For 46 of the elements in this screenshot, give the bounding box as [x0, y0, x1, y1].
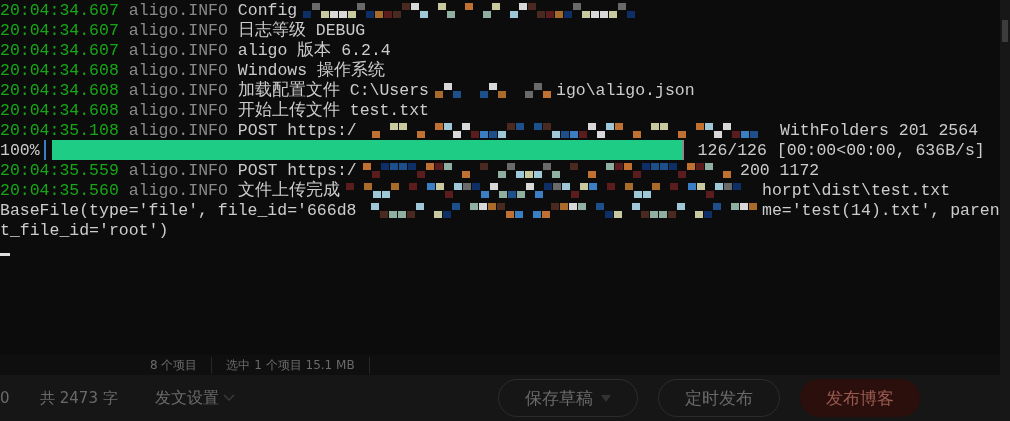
word-count: 共 2473 字	[40, 388, 119, 408]
log-level: aligo.INFO	[128, 160, 228, 180]
log-timestamp: 20:04:34.608	[0, 60, 119, 80]
log-timestamp: 20:04:34.607	[0, 20, 119, 40]
log-message: t_file_id='root')	[0, 220, 169, 240]
log-message: me='test(14).txt', paren	[762, 200, 1000, 220]
log-message: aligo 版本 6.2.4	[237, 40, 391, 60]
publish-button[interactable]: 发布博客	[800, 379, 920, 417]
log-message: Config	[237, 0, 298, 20]
log-timestamp: 20:04:35.559	[0, 160, 119, 180]
log-message: 开始上传文件 test.txt	[237, 100, 429, 121]
log-level: aligo.INFO	[128, 60, 228, 80]
log-message: horpt\dist\test.txt	[762, 180, 951, 200]
log-message: 200 1172	[740, 160, 820, 180]
scrollbar-thumb[interactable]	[1002, 20, 1008, 42]
caret-icon	[601, 394, 611, 402]
log-level: aligo.INFO	[128, 40, 228, 60]
status-text: 0	[0, 389, 11, 407]
progress-stats: 126/126 [00:00<00:00, 636B/s]	[697, 140, 985, 160]
log-message: 日志等级 DEBUG	[237, 20, 366, 41]
log-message: POST https:/	[237, 160, 357, 180]
settings-dropdown[interactable]: 发文设置	[155, 387, 235, 409]
log-timestamp: 20:04:34.608	[0, 100, 119, 120]
log-message: WithFolders 201 2564	[780, 120, 979, 140]
log-message: POST https:/	[237, 120, 357, 140]
log-timestamp: 20:04:35.560	[0, 180, 119, 200]
log-timestamp: 20:04:34.608	[0, 80, 119, 100]
log-message: BaseFile(type='file', file_id='666d8	[0, 200, 357, 220]
status-text: 选中 1 个项目 15.1 MB	[226, 356, 370, 374]
log-level: aligo.INFO	[128, 20, 228, 40]
log-level: aligo.INFO	[128, 0, 228, 20]
progress-percent: 100%	[0, 140, 40, 160]
log-timestamp: 20:04:34.607	[0, 40, 119, 60]
log-message: 加载配置文件 C:\Users	[237, 80, 429, 101]
log-message: igo\aligo.json	[556, 80, 695, 100]
log-message: 文件上传完成	[237, 179, 340, 201]
chevron-icon	[223, 394, 235, 402]
log-level: aligo.INFO	[128, 100, 228, 120]
log-timestamp: 20:04:35.108	[0, 120, 119, 140]
log-level: aligo.INFO	[128, 80, 228, 100]
status-text: 8 个项目	[150, 356, 213, 374]
text-cursor	[0, 252, 10, 256]
log-timestamp: 20:04:34.607	[0, 0, 119, 20]
log-message: Windows 操作系统	[237, 59, 386, 81]
log-level: aligo.INFO	[128, 180, 228, 200]
log-level: aligo.INFO	[128, 120, 228, 140]
